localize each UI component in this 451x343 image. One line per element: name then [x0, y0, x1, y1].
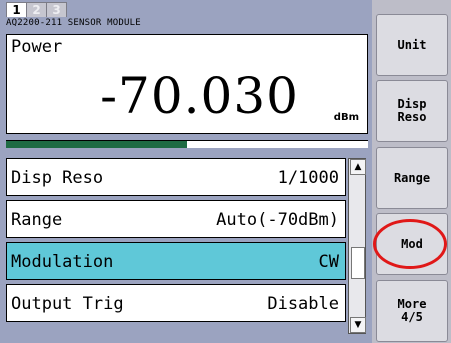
power-reading-box: Power -70.030 dBm	[6, 34, 368, 134]
tab-1[interactable]: 1	[6, 2, 27, 17]
parameter-list: Disp Reso 1/1000 Range Auto(-70dBm) Modu…	[6, 158, 346, 326]
unit-softkey[interactable]: Unit	[376, 14, 448, 76]
triangle-down-icon[interactable]: ▼	[350, 317, 366, 333]
softkey-column: Unit Disp Reso Range Mod More 4/5	[372, 0, 451, 343]
param-value: Disable	[267, 294, 339, 314]
power-level-fill	[6, 141, 187, 148]
param-row-range[interactable]: Range Auto(-70dBm)	[6, 200, 346, 238]
measurement-panel: 1 2 3 AQ2200-211 SENSOR MODULE Power -70…	[0, 0, 372, 343]
param-row-output-trig[interactable]: Output Trig Disable	[6, 284, 346, 322]
channel-tabs: 1 2 3	[6, 2, 67, 17]
reading-label: Power	[11, 37, 63, 57]
param-name: Disp Reso	[11, 168, 104, 188]
tab-2[interactable]: 2	[26, 2, 47, 17]
parameter-scrollbar[interactable]: ▲ ▼	[348, 158, 366, 334]
power-level-bar	[6, 140, 368, 148]
more-softkey[interactable]: More 4/5	[376, 280, 448, 342]
param-value: Auto(-70dBm)	[216, 210, 339, 230]
triangle-up-icon[interactable]: ▲	[350, 159, 366, 175]
disp-reso-softkey[interactable]: Disp Reso	[376, 80, 448, 142]
param-name: Modulation	[11, 252, 114, 272]
reading-value: -70.030	[100, 67, 299, 125]
param-value: 1/1000	[277, 168, 339, 188]
param-value: CW	[318, 252, 339, 272]
param-row-disp-reso[interactable]: Disp Reso 1/1000	[6, 158, 346, 196]
param-name: Range	[11, 210, 63, 230]
scroll-thumb[interactable]	[351, 247, 365, 279]
param-row-modulation[interactable]: Modulation CW	[6, 242, 346, 280]
param-name: Output Trig	[11, 294, 124, 314]
module-title: AQ2200-211 SENSOR MODULE	[6, 18, 141, 28]
tab-3[interactable]: 3	[46, 2, 67, 17]
range-softkey[interactable]: Range	[376, 147, 448, 209]
reading-unit: dBm	[333, 112, 359, 123]
highlight-circle	[373, 219, 447, 269]
